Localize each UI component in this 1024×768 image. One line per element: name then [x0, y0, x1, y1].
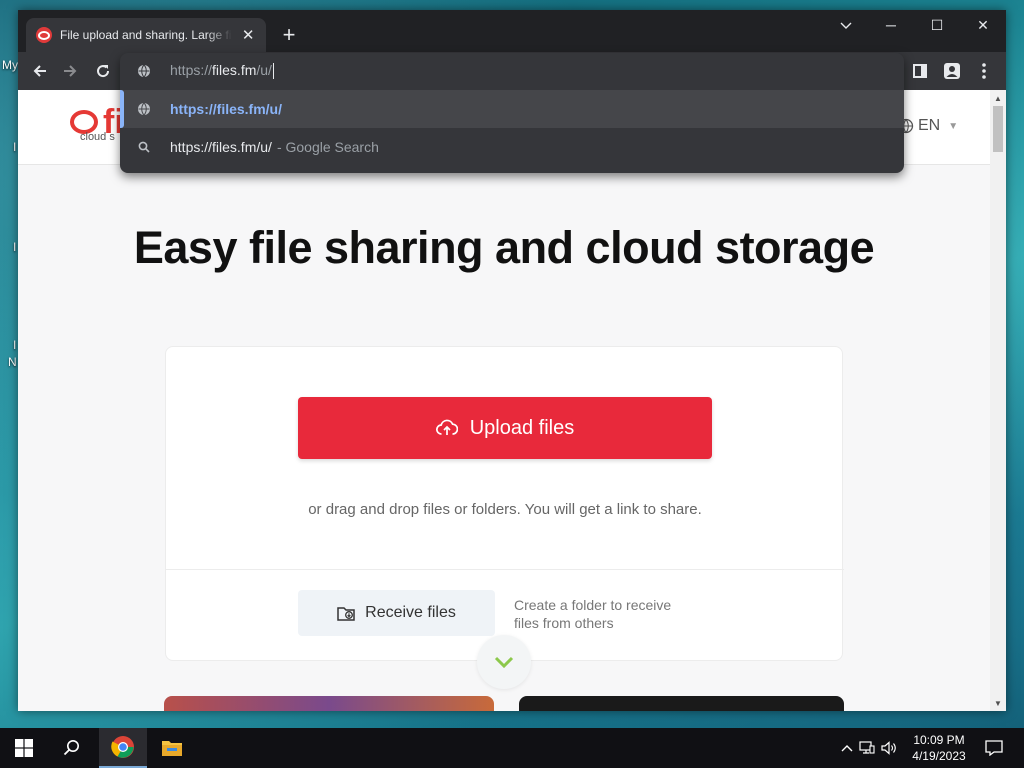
side-panel-icon[interactable] — [906, 57, 934, 85]
arrow-left-icon — [33, 65, 46, 77]
chrome-icon — [111, 736, 134, 758]
omnibox-suggestion-url[interactable]: https://files.fm/u/ — [120, 90, 904, 128]
profile-icon[interactable] — [938, 57, 966, 85]
windows-logo-icon — [15, 739, 33, 757]
tray-chevron-up-icon[interactable] — [838, 744, 856, 752]
toolbar-actions — [906, 57, 998, 85]
arrow-right-icon — [64, 65, 77, 77]
upload-card: Upload files or drag and drop files or f… — [165, 346, 844, 661]
language-selector[interactable]: EN ▼ — [898, 117, 958, 135]
drag-drop-hint: or drag and drop files or folders. You w… — [308, 501, 702, 518]
tab-files-fm[interactable]: File upload and sharing. Large files ✕ — [26, 18, 266, 52]
taskbar: 10:09 PM 4/19/2023 — [0, 728, 1024, 768]
window-controls: ─ ☐ ✕ — [868, 10, 1006, 40]
scroll-up-arrow-icon[interactable]: ▲ — [990, 90, 1006, 106]
chrome-taskbar-button[interactable] — [99, 728, 147, 768]
language-code: EN — [918, 117, 941, 134]
minimize-button[interactable]: ─ — [868, 10, 914, 40]
suggestion-search-suffix: - Google Search — [276, 139, 379, 155]
desktop-icon-label[interactable]: My — [2, 58, 18, 72]
file-explorer-button[interactable] — [148, 728, 196, 768]
close-window-button[interactable]: ✕ — [960, 10, 1006, 40]
page-scrollbar[interactable]: ▲ ▼ — [990, 90, 1006, 711]
back-button[interactable] — [26, 57, 54, 85]
maximize-button[interactable]: ☐ — [914, 10, 960, 40]
globe-icon — [136, 101, 152, 117]
address-input[interactable]: https://files.fm/u/ — [170, 62, 274, 80]
upload-files-button[interactable]: Upload files — [298, 397, 712, 459]
web-page: fi cloud s EN ▼ Easy file sharing and cl… — [18, 90, 990, 711]
omnibox-dropdown: https://files.fm/u/ https://files.fm/u/ … — [120, 53, 904, 173]
tab-search-chevron-icon[interactable] — [834, 14, 858, 38]
clock-date: 4/19/2023 — [912, 749, 966, 763]
reload-button[interactable] — [89, 57, 117, 85]
address-bar[interactable]: https://files.fm/u/ — [120, 53, 904, 89]
system-tray — [838, 728, 900, 768]
tab-title: File upload and sharing. Large files — [60, 28, 233, 42]
suggestion-url-text: https://files.fm/u/ — [170, 101, 282, 117]
upload-button-label: Upload files — [469, 416, 575, 439]
forward-button[interactable] — [56, 57, 84, 85]
tab-strip: File upload and sharing. Large files ✕ +… — [18, 10, 1006, 52]
notification-icon — [985, 740, 1003, 756]
receive-files-button[interactable]: Receive files — [298, 590, 495, 636]
files-fm-favicon-icon — [36, 27, 52, 43]
folder-icon — [162, 741, 182, 756]
volume-icon[interactable] — [878, 741, 900, 755]
logo-tagline: cloud s — [80, 131, 115, 143]
new-tab-button[interactable]: + — [276, 22, 302, 48]
menu-kebab-icon[interactable] — [970, 57, 998, 85]
desktop-icon-label[interactable]: I — [13, 140, 16, 154]
start-button[interactable] — [0, 728, 48, 768]
scrollbar-thumb[interactable] — [993, 106, 1003, 152]
suggestion-search-text: https://files.fm/u/ — [170, 139, 272, 155]
folder-download-icon — [337, 607, 355, 621]
receive-files-description: Create a folder to receive files from ot… — [514, 597, 672, 631]
browser-window: File upload and sharing. Large files ✕ +… — [18, 10, 1006, 711]
divider — [166, 569, 844, 570]
omnibox-suggestion-search[interactable]: https://files.fm/u/ - Google Search — [120, 128, 904, 166]
desktop-icon-label[interactable]: I — [13, 338, 16, 352]
network-icon[interactable] — [856, 741, 878, 755]
feature-image[interactable] — [164, 696, 494, 711]
globe-icon — [136, 63, 152, 79]
search-icon — [63, 740, 79, 756]
notifications-button[interactable] — [970, 728, 1018, 768]
feature-image[interactable] — [519, 696, 844, 711]
receive-button-label: Receive files — [365, 604, 456, 621]
page-title: Easy file sharing and cloud storage — [133, 222, 875, 273]
search-icon — [136, 139, 152, 155]
clock-time: 10:09 PM — [913, 733, 965, 747]
cloud-upload-icon — [435, 419, 458, 435]
tab-close-icon[interactable]: ✕ — [240, 26, 256, 44]
scroll-down-arrow-icon[interactable]: ▼ — [990, 695, 1006, 711]
search-button[interactable] — [48, 728, 96, 768]
chevron-down-icon: ▼ — [948, 120, 959, 132]
chevron-down-icon — [494, 656, 514, 668]
reload-icon — [97, 65, 110, 78]
scroll-down-button[interactable] — [477, 635, 531, 689]
desktop-icon-label[interactable]: I — [13, 240, 16, 254]
taskbar-clock[interactable]: 10:09 PM 4/19/2023 — [908, 732, 970, 764]
desktop-icon-label[interactable]: N — [8, 355, 17, 369]
